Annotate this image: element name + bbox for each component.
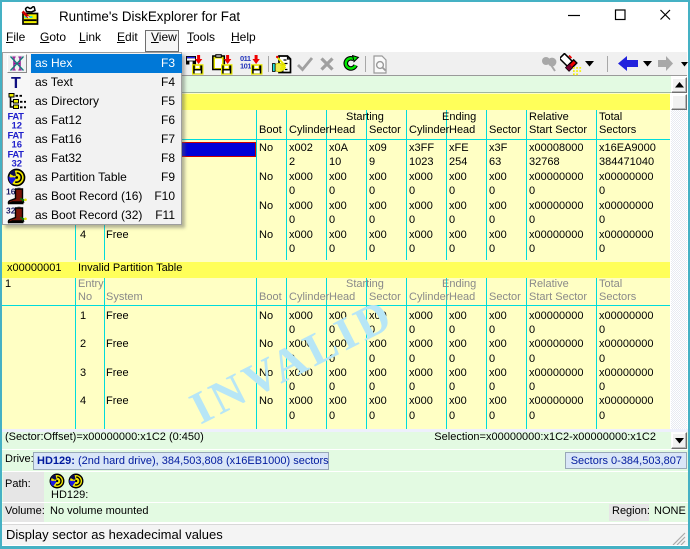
svg-text:32: 32 [6, 206, 16, 216]
svg-text:T: T [11, 75, 21, 92]
svg-text:16: 16 [6, 187, 16, 197]
svg-text:101: 101 [240, 62, 251, 71]
svg-text:32: 32 [12, 159, 23, 169]
svg-text:16: 16 [12, 140, 23, 150]
svg-text:12: 12 [12, 121, 23, 131]
